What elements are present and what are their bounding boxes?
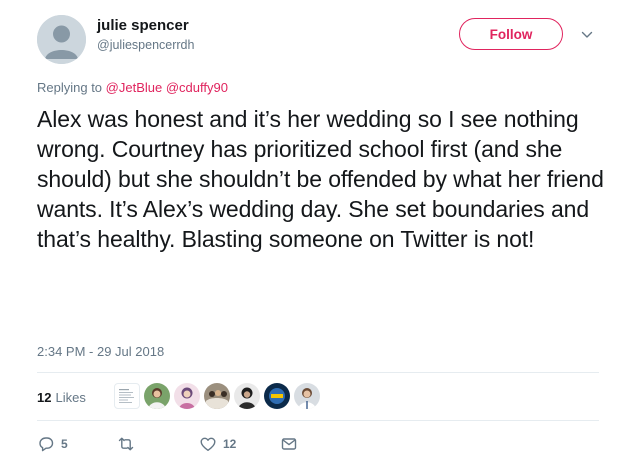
- liker-avatars: [114, 383, 324, 409]
- liker-avatar[interactable]: [294, 383, 320, 409]
- person-photo-icon: [294, 383, 320, 409]
- tweet-text: Alex was honest and it’s her wedding so …: [37, 106, 604, 252]
- text-thumbnail-icon: [119, 389, 134, 403]
- liker-avatar[interactable]: [264, 383, 290, 409]
- liker-avatar[interactable]: [174, 383, 200, 409]
- person-photo-icon: [234, 383, 260, 409]
- user-handle[interactable]: @juliespencerrdh: [97, 38, 194, 52]
- message-icon: [281, 438, 297, 450]
- like-count: 12: [223, 437, 237, 451]
- team-logo-icon: [264, 383, 290, 409]
- mention-link[interactable]: @cduffy90: [166, 80, 228, 95]
- divider: [37, 372, 599, 373]
- replying-to: Replying to @JetBlue @cduffy90: [37, 80, 228, 95]
- tweet-actions: 5 12: [37, 433, 337, 455]
- liker-avatar[interactable]: [114, 383, 140, 409]
- tweet-card: julie spencer @juliespencerrdh Follow Re…: [0, 0, 631, 467]
- retweet-action[interactable]: [117, 433, 135, 455]
- caret-down-icon[interactable]: [580, 28, 594, 42]
- likes-label: Likes: [55, 389, 86, 405]
- likes-stat[interactable]: 12 Likes: [37, 380, 86, 414]
- reply-count: 5: [61, 437, 68, 451]
- person-photo-icon: [174, 383, 200, 409]
- retweet-icon: [118, 437, 134, 451]
- direct-message-action[interactable]: [280, 433, 298, 455]
- group-photo-icon: [204, 383, 230, 409]
- person-photo-icon: [144, 383, 170, 409]
- display-name[interactable]: julie spencer: [97, 17, 189, 34]
- liker-avatar[interactable]: [144, 383, 170, 409]
- divider: [37, 420, 599, 421]
- reply-action[interactable]: 5: [37, 433, 68, 455]
- timestamp[interactable]: 2:34 PM - 29 Jul 2018: [37, 344, 164, 359]
- liker-avatar[interactable]: [204, 383, 230, 409]
- reply-icon: [39, 437, 54, 452]
- like-action[interactable]: 12: [199, 433, 236, 455]
- replying-prefix: Replying to: [37, 80, 103, 95]
- likes-count: 12: [37, 389, 52, 405]
- heart-icon: [200, 437, 216, 451]
- follow-button[interactable]: Follow: [459, 18, 563, 50]
- liker-avatar[interactable]: [234, 383, 260, 409]
- avatar[interactable]: [37, 15, 86, 64]
- mention-link[interactable]: @JetBlue: [106, 80, 163, 95]
- default-avatar-icon: [37, 15, 86, 64]
